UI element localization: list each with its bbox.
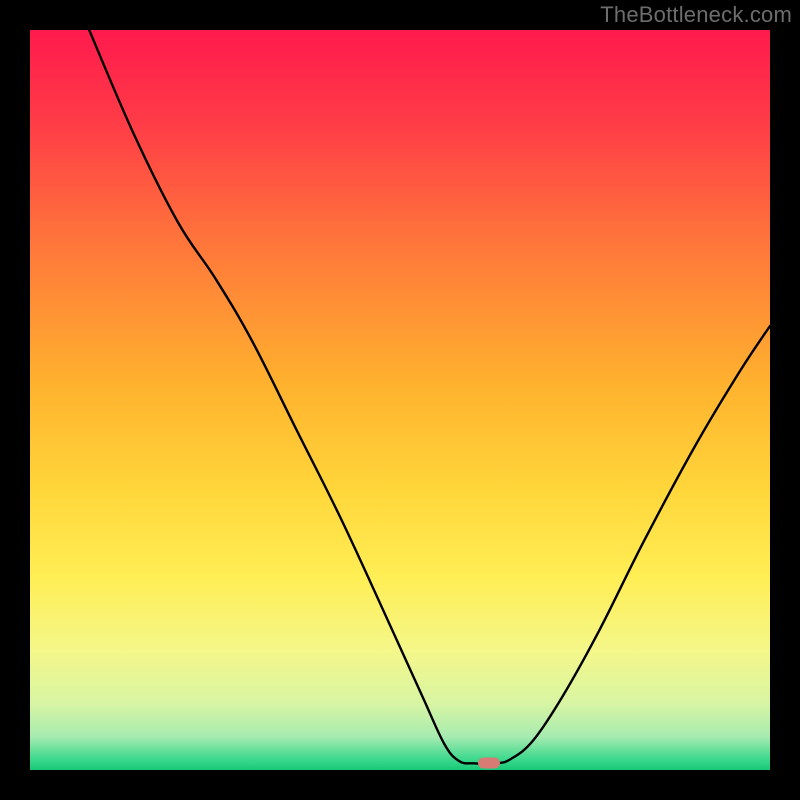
plot-area bbox=[30, 30, 770, 770]
curve-path bbox=[89, 30, 770, 764]
optimal-point-marker bbox=[478, 758, 500, 769]
bottleneck-curve bbox=[30, 30, 770, 770]
watermark-text: TheBottleneck.com bbox=[600, 2, 792, 28]
chart-frame: TheBottleneck.com bbox=[0, 0, 800, 800]
